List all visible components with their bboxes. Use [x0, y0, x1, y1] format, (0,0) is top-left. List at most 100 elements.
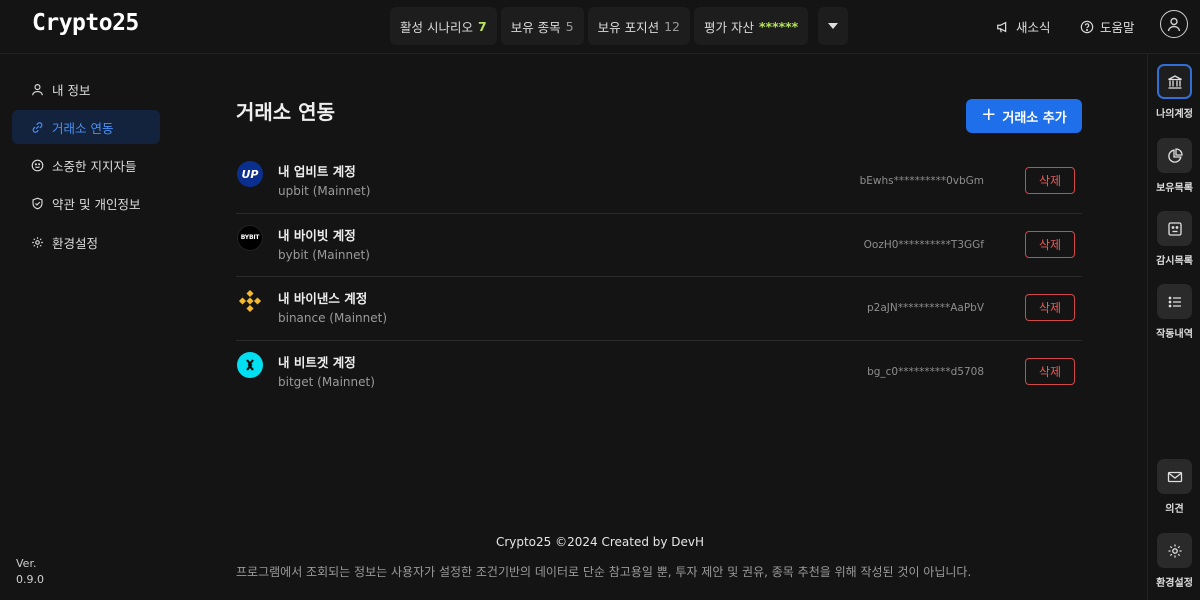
- stats-bar: 활성 시나리오 7 보유 종목 5 보유 포지션 12 평가 자산 ******: [390, 7, 849, 45]
- sidebar-item-label: 소중한 지지자들: [52, 158, 137, 174]
- rail-label: 나의계정: [1156, 109, 1193, 120]
- rail-icon-box: [1157, 138, 1192, 173]
- list-item: BYBIT 내 바이빗 계정 bybit (Mainnet) OozH0****…: [236, 214, 1082, 277]
- sidebar-item-label: 약관 및 개인정보: [52, 196, 141, 212]
- megaphone-icon: [997, 21, 1007, 32]
- rail-item-settings[interactable]: 환경설정: [1148, 533, 1200, 589]
- account-network: bybit (Mainnet): [278, 247, 370, 262]
- delete-button[interactable]: 삭제: [1025, 167, 1075, 194]
- bank-icon: [1167, 74, 1182, 89]
- api-key-masked: bEwhs**********0vbGm: [859, 175, 984, 187]
- page-title: 거래소 연동: [236, 100, 335, 124]
- pie-chart-icon: [1167, 147, 1183, 163]
- delete-button[interactable]: 삭제: [1025, 230, 1075, 258]
- sidebar-item-terms[interactable]: 약관 및 개인정보: [12, 186, 160, 220]
- sidebar-item-settings[interactable]: 환경설정: [12, 225, 160, 259]
- stat-value: 7: [477, 18, 487, 34]
- sidebar-item-label: 내 정보: [52, 82, 91, 98]
- plus-icon: +: [981, 104, 997, 125]
- binance-logo-icon: [237, 288, 263, 314]
- version-info: Ver. 0.9.0: [16, 556, 44, 588]
- stat-active-scenarios[interactable]: 활성 시나리오 7: [390, 7, 497, 45]
- upbit-logo-icon: UP: [237, 161, 263, 187]
- api-key-masked: bg_c0**********d5708: [867, 365, 984, 378]
- news-label: 새소식: [1016, 20, 1051, 35]
- right-rail: 나의계정 보유목록 감시목록 작동내역 의견 환경설정: [1147, 54, 1200, 600]
- link-icon: [32, 121, 43, 133]
- help-label: 도움말: [1100, 20, 1135, 35]
- exchange-account-list: UP 내 업비트 계정 upbit (Mainnet) bEwhs*******…: [236, 150, 1082, 404]
- caret-down-icon: [828, 23, 839, 29]
- rail-item-activity[interactable]: 작동내역: [1148, 284, 1200, 340]
- add-exchange-button[interactable]: + 거래소 추가: [966, 99, 1082, 133]
- rail-icon-box: [1157, 211, 1192, 246]
- account-name: 내 업비트 계정: [278, 164, 356, 179]
- list-icon: [1168, 296, 1181, 307]
- footer-credit: Crypto25 ©2024 Created by DevH: [495, 535, 705, 549]
- news-link[interactable]: 새소식: [996, 17, 1051, 36]
- stats-dropdown-button[interactable]: [818, 7, 849, 45]
- rail-label: 의견: [1165, 504, 1184, 515]
- delete-button[interactable]: 삭제: [1025, 357, 1075, 385]
- list-item: UP 내 업비트 계정 upbit (Mainnet) bEwhs*******…: [236, 150, 1082, 214]
- shield-icon: [32, 197, 43, 209]
- rail-icon-box: [1157, 533, 1192, 568]
- stat-value: ******: [759, 18, 799, 34]
- sidebar-item-supporters[interactable]: 소중한 지지자들: [12, 148, 160, 182]
- account-name: 내 비트겟 계정: [278, 354, 356, 370]
- question-circle-icon: [1080, 20, 1094, 33]
- rail-icon-box: [1157, 284, 1192, 319]
- rail-label: 환경설정: [1156, 578, 1193, 589]
- top-header: Crypto25 활성 시나리오 7 보유 종목 5 보유 포지션 12 평가 …: [0, 0, 1200, 54]
- bybit-logo-icon: BYBIT: [237, 224, 263, 251]
- rail-item-holdings[interactable]: 보유목록: [1148, 138, 1200, 194]
- mail-icon: [1167, 471, 1182, 482]
- logo-text: UP: [241, 167, 259, 181]
- help-link[interactable]: 도움말: [1080, 17, 1135, 36]
- delete-button[interactable]: 삭제: [1025, 294, 1075, 321]
- version-label: Ver.: [16, 557, 37, 570]
- sidebar-item-label: 환경설정: [52, 235, 99, 251]
- sidebar-item-my-info[interactable]: 내 정보: [12, 72, 160, 106]
- stat-label: 보유 포지션: [597, 19, 660, 35]
- bitget-mark-icon: [246, 358, 254, 371]
- account-network: binance (Mainnet): [278, 311, 388, 325]
- account-network: bitget (Mainnet): [278, 374, 375, 389]
- stat-label: 평가 자산: [704, 19, 754, 35]
- version-number: 0.9.0: [16, 573, 44, 586]
- footer-disclaimer: 프로그램에서 조회되는 정보는 사용자가 설정한 조건기반의 데이터로 단순 참…: [236, 565, 972, 579]
- add-exchange-label: 거래소 추가: [1002, 110, 1067, 126]
- app-logo[interactable]: Crypto25: [32, 10, 139, 36]
- stat-holdings[interactable]: 보유 종목 5: [500, 7, 584, 45]
- rail-icon-box: [1157, 64, 1192, 99]
- rail-item-watchlist[interactable]: 감시목록: [1148, 211, 1200, 267]
- gear-icon: [1168, 544, 1181, 557]
- list-item: 내 바이낸스 계정 binance (Mainnet) p2aJN*******…: [236, 277, 1082, 341]
- account-name: 내 바이빗 계정: [278, 227, 356, 243]
- smile-icon: [31, 159, 44, 171]
- account-name: 내 바이낸스 계정: [278, 291, 368, 306]
- user-icon: [32, 83, 43, 95]
- rail-label: 작동내역: [1156, 329, 1193, 340]
- rail-label: 감시목록: [1156, 256, 1193, 267]
- stat-value: 5: [565, 18, 574, 34]
- left-sidebar: 내 정보 거래소 연동 소중한 지지자들 약관 및 개인정보 환경설정 Ver.…: [0, 54, 172, 600]
- api-key-masked: p2aJN**********AaPbV: [866, 302, 984, 314]
- stat-positions[interactable]: 보유 포지션 12: [587, 7, 691, 45]
- stat-label: 활성 시나리오: [400, 19, 473, 35]
- stat-valuation[interactable]: 평가 자산 ******: [694, 7, 809, 45]
- account-network: upbit (Mainnet): [278, 184, 371, 198]
- profile-avatar-button[interactable]: [1160, 10, 1188, 38]
- monitor-face-icon: [1167, 221, 1182, 236]
- rail-item-feedback[interactable]: 의견: [1148, 459, 1200, 515]
- api-key-masked: OozH0**********T3GGf: [863, 238, 984, 251]
- gear-icon: [32, 236, 43, 248]
- bitget-logo-icon: [237, 351, 263, 378]
- rail-icon-box: [1157, 459, 1192, 494]
- user-icon: [1167, 17, 1181, 32]
- stat-label: 보유 종목: [510, 19, 561, 35]
- rail-item-my-account[interactable]: 나의계정: [1148, 64, 1200, 120]
- rail-label: 보유목록: [1156, 183, 1193, 194]
- sidebar-item-exchange-link[interactable]: 거래소 연동: [12, 110, 160, 144]
- stat-value: 12: [664, 18, 681, 34]
